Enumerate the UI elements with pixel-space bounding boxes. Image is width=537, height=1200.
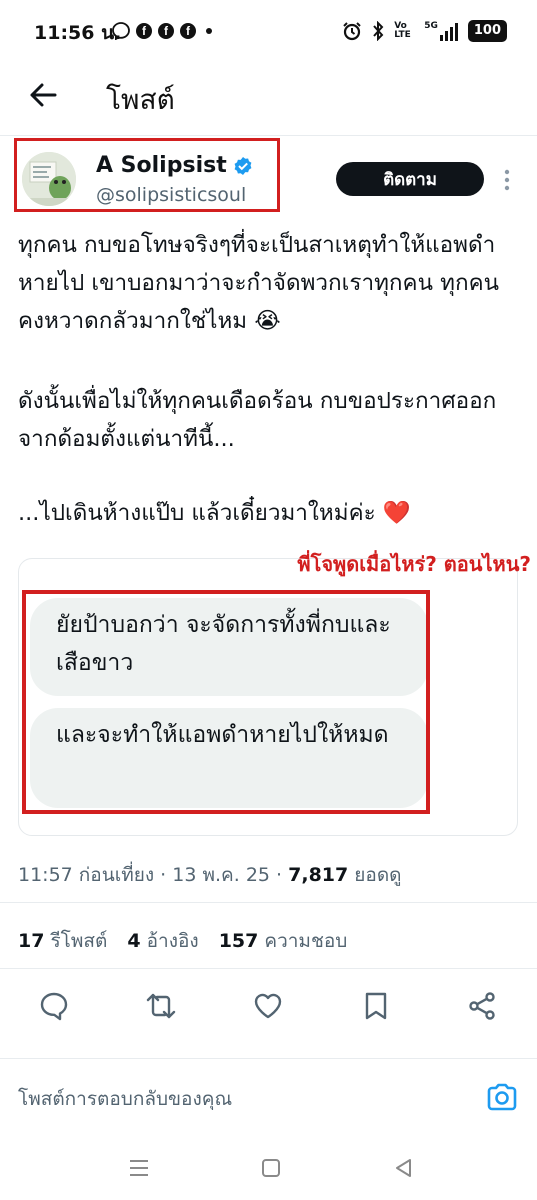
repost-icon[interactable] — [145, 990, 177, 1022]
like-icon[interactable] — [252, 990, 284, 1022]
back-nav-icon[interactable] — [392, 1156, 416, 1180]
signal-icon: 5G — [424, 21, 458, 41]
views-label: ยอดดู — [354, 864, 402, 886]
annotation-text: พี่โจพูดเมื่อไหร่? ตอนไหน? — [297, 552, 531, 576]
alarm-icon — [343, 22, 361, 41]
messenger-icon — [112, 22, 130, 40]
highlight-box-bubbles — [22, 590, 430, 814]
home-icon[interactable] — [259, 1156, 283, 1180]
facebook-icon: f — [136, 23, 152, 39]
likes-label: ความชอบ — [264, 930, 348, 952]
reposts-label: รีโพสต์ — [50, 930, 108, 952]
views-count: 7,817 — [288, 864, 349, 886]
quotes-stat[interactable]: 4 อ้างอิง — [127, 930, 198, 952]
post-paragraph: ...ไปเดินห้างแป๊บ แล้วเดี๋ยวมาใหม่ค่ะ ❤️ — [18, 500, 411, 526]
bookmark-icon[interactable] — [360, 990, 392, 1022]
quotes-label: อ้างอิง — [146, 930, 199, 952]
page-title: โพสต์ — [106, 83, 175, 116]
bluetooth-icon — [373, 21, 384, 41]
likes-stat[interactable]: 157 ความชอบ — [219, 930, 348, 952]
recent-apps-icon[interactable] — [127, 1156, 151, 1180]
likes-count: 157 — [218, 930, 259, 952]
post-meta: 11:57 ก่อนเที่ยง · 13 พ.ค. 25 · 7,817 ยอ… — [18, 864, 402, 886]
facebook-icon: f — [180, 23, 196, 39]
post-time: 11:57 ก่อนเที่ยง — [18, 864, 155, 886]
meta-divider — [0, 902, 537, 903]
follow-button[interactable]: ติดตาม — [336, 162, 484, 196]
camera-icon[interactable] — [486, 1082, 518, 1112]
actions-divider — [0, 1058, 537, 1059]
status-time: 11:56 น. — [34, 22, 122, 44]
header-divider — [0, 135, 537, 136]
post-paragraph: ทุกคน กบขอโทษจริงๆที่จะเป็นสาเหตุทำให้แอ… — [18, 232, 500, 334]
reposts-stat[interactable]: 17 รีโพสต์ — [18, 930, 107, 952]
dot-icon — [206, 28, 212, 34]
share-icon[interactable] — [466, 990, 498, 1022]
battery-indicator: 100 — [467, 20, 507, 42]
volte-label: Vo LTE — [394, 21, 411, 40]
network-label: 5G — [424, 21, 438, 31]
stats-divider — [0, 968, 537, 969]
reply-input[interactable]: โพสต์การตอบกลับของคุณ — [18, 1084, 232, 1114]
reply-icon[interactable] — [38, 990, 70, 1022]
back-arrow-icon[interactable] — [28, 80, 58, 110]
engagement-stats: 17 รีโพสต์ 4 อ้างอิง 157 ความชอบ — [18, 926, 361, 956]
more-options-icon[interactable] — [500, 166, 514, 194]
system-icons: Vo LTE 5G 100 — [342, 20, 507, 42]
highlight-box-author — [14, 138, 280, 212]
facebook-icon: f — [158, 23, 174, 39]
post-date[interactable]: 13 พ.ค. 25 — [172, 864, 270, 886]
quotes-count: 4 — [127, 930, 141, 952]
post-paragraph: ดังนั้นเพื่อไม่ให้ทุกคนเดือดร้อน กบขอประ… — [18, 388, 497, 452]
reposts-count: 17 — [18, 930, 45, 952]
notification-icons: f f f — [112, 22, 212, 40]
